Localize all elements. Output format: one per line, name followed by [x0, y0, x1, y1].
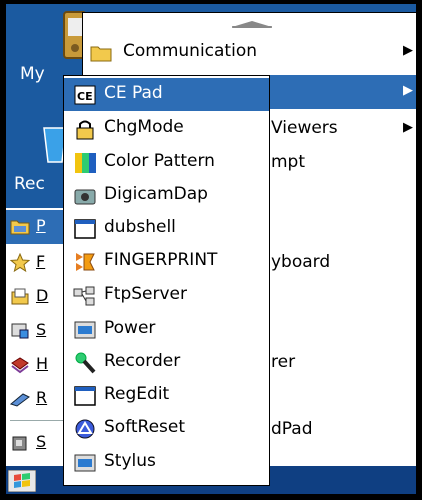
microphone-icon [75, 352, 96, 374]
menu-item-label: DigicamDap [104, 184, 208, 204]
menu-item-label: FtpServer [104, 284, 187, 304]
window-icon [74, 386, 96, 406]
menu-item-label: Recorder [104, 351, 181, 371]
favorites-star-icon [10, 253, 30, 273]
menu-item-digicamdap[interactable]: DigicamDap [64, 179, 269, 212]
menu-item-recorder[interactable]: Recorder [64, 346, 269, 379]
menu-item-label: SoftReset [104, 417, 186, 437]
scroll-up-button[interactable] [83, 13, 416, 35]
programs-item-label: rer [271, 352, 296, 372]
menu-item-ce-pad[interactable]: CE CE Pad [64, 78, 269, 111]
run-icon [10, 393, 30, 407]
menu-item-dubshell[interactable]: dubshell [64, 212, 269, 245]
color-pattern-icon [75, 153, 96, 173]
svg-text:CE: CE [77, 90, 93, 103]
menu-item-stylus[interactable]: Stylus [64, 446, 269, 479]
menu-item-chgmode[interactable]: ChgMode [64, 112, 269, 145]
menu-item-label: ChgMode [104, 117, 184, 137]
accessories-menu: CE CE Pad ChgMode Color Pattern DigicamD… [63, 75, 270, 486]
menu-item-label: Color Pattern [104, 151, 215, 171]
start-item-fragment: F [36, 252, 46, 271]
desktop: My Rec Communication ▶ ▶ Viewers ▶ mpt y [6, 4, 416, 494]
help-book-icon [11, 357, 29, 374]
fingerprint-icon [76, 253, 95, 271]
start-item-fragment: S [36, 320, 47, 339]
start-item-fragment: D [36, 286, 49, 305]
start-item-fragment: H [36, 354, 49, 373]
menu-item-regedit[interactable]: RegEdit [64, 379, 269, 412]
menu-item-fingerprint[interactable]: FINGERPRINT [64, 245, 269, 278]
settings-icon [11, 323, 29, 339]
menu-item-color-pattern[interactable]: Color Pattern [64, 146, 269, 179]
submenu-arrow-icon: ▶ [403, 120, 413, 135]
start-item-fragment: S [36, 432, 47, 451]
programs-item-label: yboard [271, 252, 331, 272]
lock-icon [76, 120, 94, 140]
menu-item-softreset[interactable]: SoftReset [64, 412, 269, 445]
reset-icon [75, 419, 95, 439]
start-button-windows-flag-icon[interactable] [8, 470, 36, 492]
menu-item-label: FINGERPRINT [104, 250, 218, 270]
device-frame: My Rec Communication ▶ ▶ Viewers ▶ mpt y [0, 0, 422, 500]
desktop-label-my[interactable]: My [20, 64, 45, 84]
network-icon [73, 286, 95, 306]
programs-folder-icon [10, 220, 30, 235]
menu-item-label: Stylus [104, 451, 156, 471]
menu-item-label: dubshell [104, 217, 176, 237]
menu-item-power[interactable]: Power [64, 313, 269, 346]
menu-separator [10, 420, 70, 421]
power-icon [74, 321, 96, 339]
submenu-arrow-icon: ▶ [403, 43, 413, 58]
folder-icon [90, 46, 112, 62]
documents-icon [11, 288, 29, 305]
menu-item-label: Power [104, 318, 156, 338]
programs-item-communication[interactable]: Communication ▶ [83, 35, 416, 69]
menu-item-label: RegEdit [104, 384, 170, 404]
ce-pad-icon: CE [74, 85, 96, 105]
programs-item-label: dPad [271, 419, 313, 439]
stylus-icon [74, 454, 96, 472]
submenu-arrow-icon: ▶ [403, 83, 413, 98]
programs-item-label: Communication [123, 41, 257, 61]
menu-item-label: CE Pad [104, 83, 163, 103]
programs-item-label: Viewers [271, 118, 338, 138]
window-icon [74, 219, 96, 239]
suspend-icon [12, 436, 27, 451]
start-item-fragment: P [36, 216, 46, 235]
programs-item-label: mpt [271, 152, 306, 172]
menu-item-ftpserver[interactable]: FtpServer [64, 279, 269, 312]
camera-icon [74, 189, 96, 205]
start-item-fragment: R [36, 388, 48, 407]
desktop-label-rec[interactable]: Rec [14, 174, 45, 194]
